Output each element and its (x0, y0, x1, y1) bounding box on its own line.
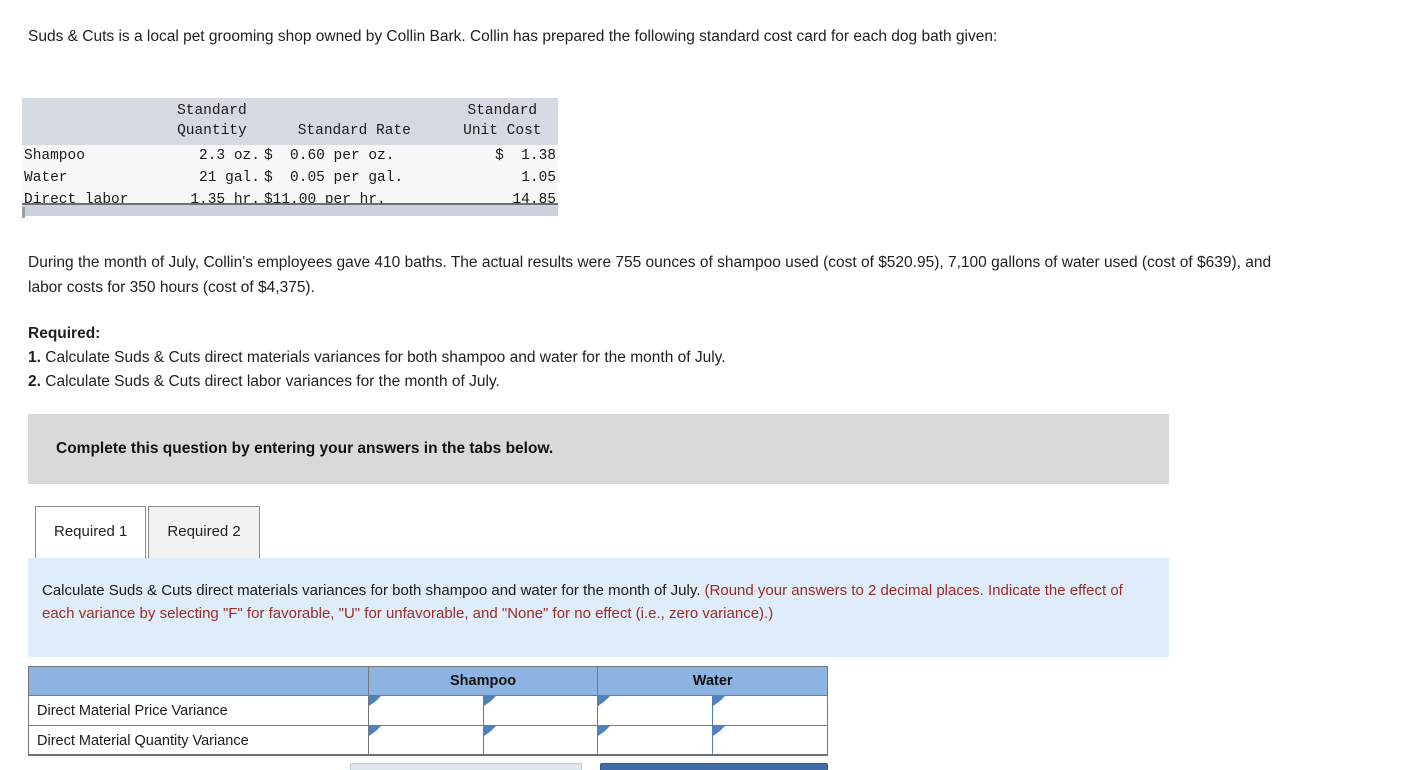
table-row: Direct Material Quantity Variance (28, 725, 828, 756)
variance-row-label-price: Direct Material Price Variance (28, 695, 369, 726)
cost-card-qty-water: 21 gal. (161, 167, 262, 189)
cost-card-footer-notch (22, 207, 25, 218)
cost-card-header-unit-cost-line2: Unit Cost (463, 123, 542, 139)
cost-card-row-shampoo: Shampoo 2.3 oz. $ 0.60 per oz. $ 1.38 (22, 145, 558, 167)
cost-card-header-quantity-line1: Standard (177, 103, 247, 119)
cost-card-row-water: Water 21 gal. $ 0.05 per gal. 1.05 (22, 167, 558, 189)
required-heading: Required: (28, 325, 101, 342)
variance-row-label-quantity: Direct Material Quantity Variance (28, 725, 369, 756)
cost-card-item-water: Water (22, 167, 162, 189)
required-item-2-number: 2. (28, 373, 41, 390)
cost-card-body: Shampoo 2.3 oz. $ 0.60 per oz. $ 1.38 Wa… (22, 145, 558, 211)
input-quantity-water-value[interactable] (597, 725, 714, 756)
cost-card-header-blank (22, 98, 162, 145)
required-item-1-number: 1. (28, 349, 41, 366)
previous-button[interactable] (350, 763, 582, 770)
instruction-banner-text: Complete this question by entering your … (56, 440, 554, 457)
required-item-2: 2. Calculate Suds & Cuts direct labor va… (28, 370, 1128, 394)
variance-header-blank (28, 666, 369, 696)
cost-card-footer-bar (22, 203, 558, 218)
cost-card-header: Standard Quantity Standard Rate Standard… (22, 98, 558, 145)
tab-required-2[interactable]: Required 2 (148, 506, 260, 558)
variance-table-body: Direct Material Price Variance Direct Ma… (28, 695, 828, 756)
cost-card-unitcost-water: 1.05 (446, 167, 558, 189)
input-price-shampoo-effect[interactable] (482, 695, 599, 726)
cost-card-header-quantity-line2: Quantity (177, 123, 247, 139)
input-price-water-effect[interactable] (712, 695, 828, 726)
instruction-banner: Complete this question by entering your … (28, 414, 1169, 484)
dropdown-marker-icon (598, 726, 611, 736)
cost-card-item-shampoo: Shampoo (22, 145, 162, 167)
variance-header-shampoo: Shampoo (367, 666, 599, 696)
actual-results-paragraph: During the month of July, Collin's emplo… (28, 254, 1272, 296)
tab-instruction-box: Calculate Suds & Cuts direct materials v… (28, 558, 1169, 657)
input-quantity-shampoo-effect[interactable] (482, 725, 599, 756)
dropdown-marker-icon (483, 726, 496, 736)
input-quantity-water-effect[interactable] (712, 725, 828, 756)
cost-card-header-unit-cost-line1: Standard (467, 103, 538, 119)
next-button[interactable] (600, 763, 828, 770)
input-price-water-value[interactable] (597, 695, 714, 726)
question-page: Suds & Cuts is a local pet grooming shop… (0, 0, 1410, 770)
tab-instruction-text: Calculate Suds & Cuts direct materials v… (42, 580, 1154, 625)
cost-card-rate-water: $ 0.05 per gal. (261, 167, 447, 189)
variance-header-water: Water (597, 666, 828, 696)
cost-card-header-row: Standard Quantity Standard Rate Standard… (22, 98, 558, 145)
required-item-1: 1. Calculate Suds & Cuts direct material… (28, 346, 1128, 370)
dropdown-marker-icon (713, 726, 726, 736)
cost-card-header-rate-label: Standard Rate (297, 123, 411, 139)
tab-required-1[interactable]: Required 1 (35, 506, 147, 558)
variance-table-header-row: Shampoo Water (28, 666, 828, 696)
dropdown-marker-icon (713, 696, 726, 706)
input-quantity-shampoo-value[interactable] (367, 725, 484, 756)
required-block: Required: 1. Calculate Suds & Cuts direc… (28, 322, 1128, 394)
cost-card-header-rate: Standard Rate (261, 98, 447, 145)
dropdown-marker-icon (483, 696, 496, 706)
intro-paragraph: Suds & Cuts is a local pet grooming shop… (28, 28, 998, 45)
cost-card-qty-shampoo: 2.3 oz. (161, 145, 262, 167)
cost-card-header-rate-spacer (266, 101, 443, 121)
variance-answer-table: Shampoo Water Direct Material Price Vari… (28, 666, 828, 756)
cost-card-header-unit-cost: Standard Unit Cost (446, 98, 558, 145)
required-item-1-text: Calculate Suds & Cuts direct materials v… (45, 349, 726, 366)
variance-table-bottom-rule (28, 754, 828, 756)
cost-card-header-quantity: Standard Quantity (161, 98, 262, 145)
cost-card-unitcost-shampoo: $ 1.38 (446, 145, 558, 167)
dropdown-marker-icon (368, 726, 381, 736)
variance-table-header: Shampoo Water (28, 666, 828, 696)
dropdown-marker-icon (598, 696, 611, 706)
tab-instruction-black: Calculate Suds & Cuts direct materials v… (42, 582, 705, 599)
standard-cost-card-table: Standard Quantity Standard Rate Standard… (22, 98, 558, 211)
required-item-2-text: Calculate Suds & Cuts direct labor varia… (45, 373, 500, 390)
tab-strip: Required 1 Required 2 (35, 506, 262, 558)
table-row: Direct Material Price Variance (28, 695, 828, 726)
cost-card-rate-shampoo: $ 0.60 per oz. (261, 145, 447, 167)
dropdown-marker-icon (368, 696, 381, 706)
input-price-shampoo-value[interactable] (367, 695, 484, 726)
